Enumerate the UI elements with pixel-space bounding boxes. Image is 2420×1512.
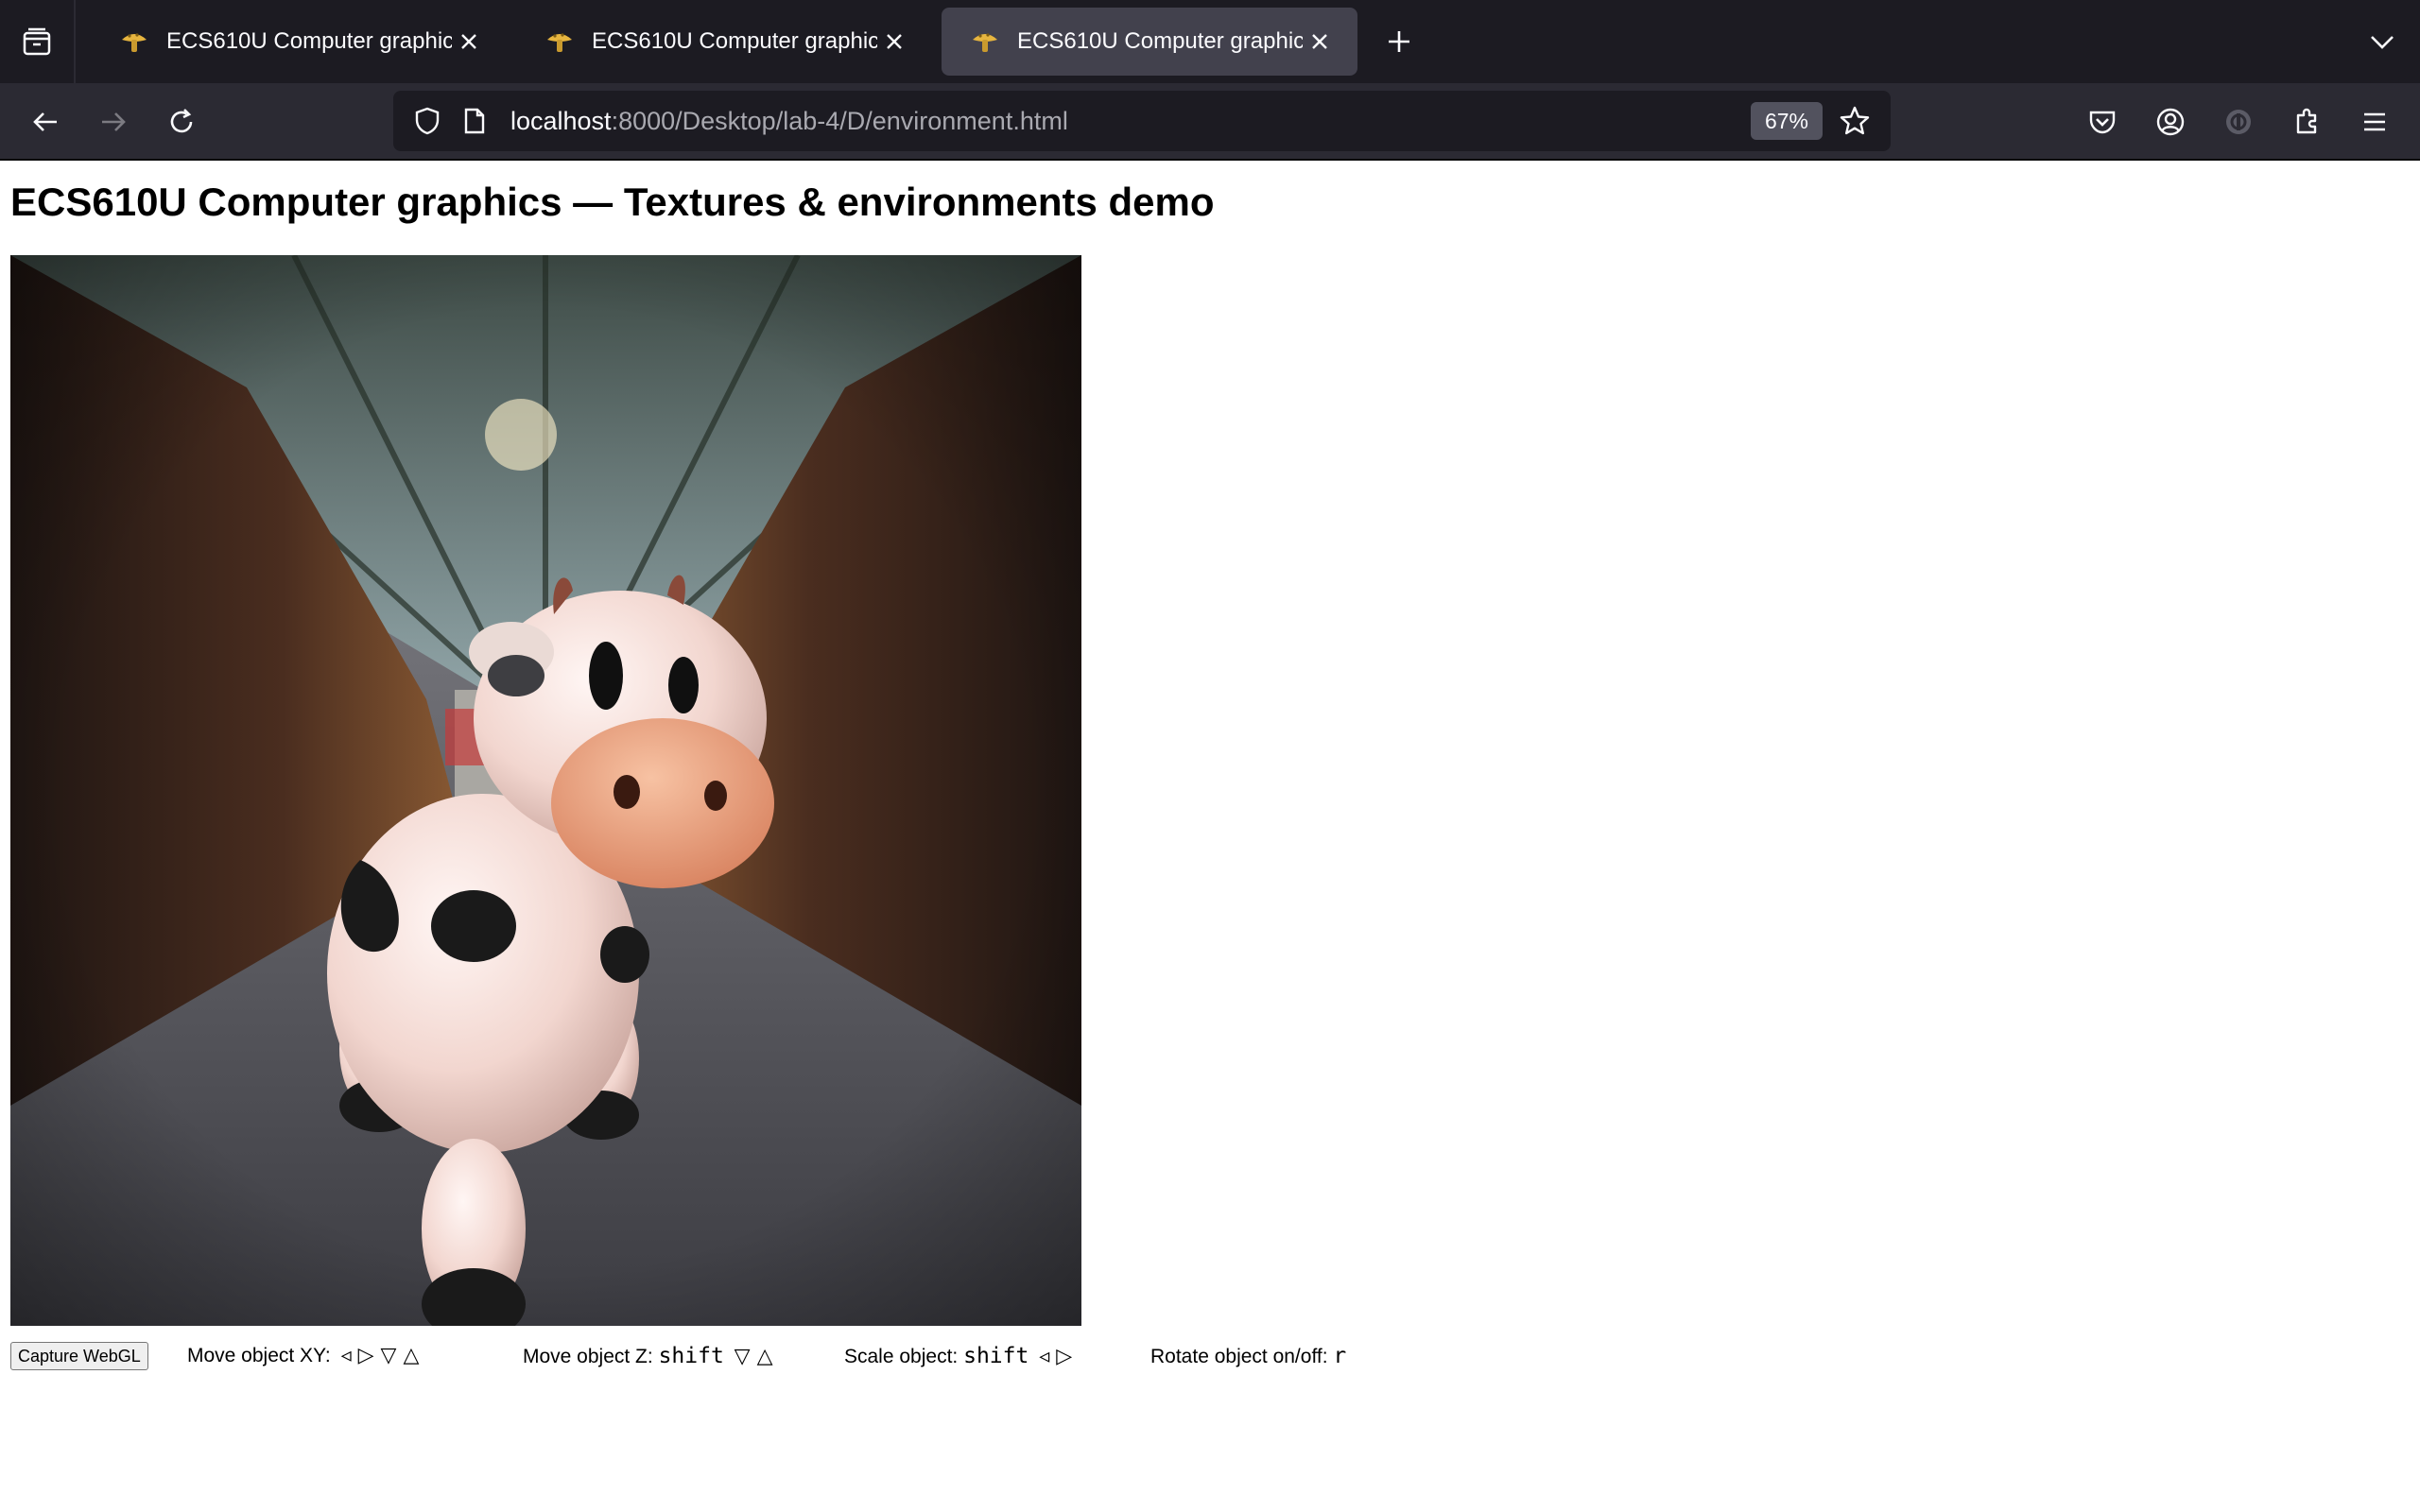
scale-label: Scale object:	[844, 1346, 959, 1367]
pocket-icon	[2089, 111, 2116, 134]
page-title: ECS610U Computer graphics — Textures & e…	[10, 180, 1215, 224]
tracking-protection-button[interactable]	[406, 100, 448, 142]
environment-scene-image	[10, 255, 1081, 1326]
tab-bar: ECS610U Computer graphics ECS610U Comput…	[0, 0, 2420, 83]
url-text[interactable]: localhost:8000/Desktop/lab-4/D/environme…	[510, 91, 1068, 151]
puzzle-icon	[2296, 108, 2317, 134]
capture-webgl-button[interactable]: Capture WebGL	[10, 1342, 148, 1370]
account-button[interactable]	[2148, 99, 2193, 145]
url-path: :8000/Desktop/lab-4/D/environment.html	[611, 107, 1068, 135]
plus-icon	[1389, 31, 1409, 52]
scale-hint: Scale object: shift ◃ ▷	[844, 1341, 1077, 1371]
move-z-label: Move object Z:	[523, 1346, 653, 1367]
forward-button[interactable]	[91, 99, 136, 145]
bookmark-button[interactable]	[1834, 100, 1876, 142]
browser-tab-2[interactable]: ECS610U Computer graphics	[516, 8, 932, 76]
chevron-down-icon	[2371, 36, 2394, 49]
list-all-tabs-button[interactable]	[2360, 19, 2405, 64]
browser-tab-3-active[interactable]: ECS610U Computer graphics	[942, 8, 1357, 76]
close-icon	[461, 34, 476, 49]
tab-title: ECS610U Computer graphics	[592, 28, 877, 54]
extensions-button[interactable]	[2284, 99, 2329, 145]
page-icon	[464, 108, 485, 134]
close-tab-button[interactable]	[877, 25, 911, 59]
star-icon	[1840, 106, 1870, 135]
up-down-glyphs: ▽ △	[734, 1345, 773, 1368]
shift-key: shift	[658, 1344, 724, 1368]
back-button[interactable]	[23, 99, 68, 145]
close-icon	[1312, 34, 1327, 49]
extension-badge-icon	[2226, 110, 2251, 134]
tab-overview-button[interactable]	[0, 0, 76, 83]
shield-icon	[415, 107, 440, 135]
control-bar: Capture WebGL Move object XY: ◃ ▷ ▽ △ Mo…	[10, 1332, 1428, 1374]
new-tab-button[interactable]	[1376, 19, 1422, 64]
close-tab-button[interactable]	[452, 25, 486, 59]
site-information-button[interactable]	[454, 100, 495, 142]
forward-arrow-icon	[102, 112, 126, 131]
r-key: r	[1333, 1344, 1347, 1368]
reload-button[interactable]	[159, 99, 204, 145]
webgl-canvas[interactable]	[10, 255, 1081, 1326]
browser-tab-1[interactable]: ECS610U Computer graphics	[91, 8, 507, 76]
address-bar[interactable]: localhost:8000/Desktop/lab-4/D/environme…	[393, 91, 1891, 151]
tab-title: ECS610U Computer graphics	[1017, 28, 1303, 54]
shift-key: shift	[963, 1344, 1029, 1368]
move-z-hint: Move object Z: shift ▽ △	[523, 1341, 778, 1371]
application-menu-button[interactable]	[2352, 99, 2397, 145]
tab-overview-icon	[23, 27, 51, 56]
left-right-glyphs: ◃ ▷	[1039, 1345, 1073, 1368]
mushroom-favicon-icon	[968, 25, 1002, 59]
rotate-hint: Rotate object on/off: r	[1150, 1341, 1346, 1371]
close-tab-button[interactable]	[1303, 25, 1337, 59]
back-arrow-icon	[33, 112, 57, 131]
account-icon	[2156, 108, 2185, 136]
mushroom-favicon-icon	[117, 25, 151, 59]
extension-badge-button[interactable]	[2216, 99, 2261, 145]
move-xy-label: Move object XY:	[187, 1345, 331, 1366]
tab-title: ECS610U Computer graphics	[166, 28, 452, 54]
page-content: ECS610U Computer graphics — Textures & e…	[0, 161, 2420, 1512]
url-host: localhost	[510, 107, 612, 135]
zoom-level-badge[interactable]: 67%	[1751, 102, 1823, 140]
reload-icon	[170, 109, 193, 133]
arrow-keys-glyphs: ◃ ▷ ▽ △	[340, 1344, 420, 1367]
hamburger-menu-icon	[2364, 112, 2385, 131]
move-xy-hint: Move object XY: ◃ ▷ ▽ △	[187, 1341, 424, 1371]
rotate-label: Rotate object on/off:	[1150, 1346, 1328, 1367]
navigation-toolbar: localhost:8000/Desktop/lab-4/D/environme…	[0, 83, 2420, 161]
pocket-button[interactable]	[2080, 99, 2125, 145]
close-icon	[887, 34, 902, 49]
mushroom-favicon-icon	[543, 25, 577, 59]
